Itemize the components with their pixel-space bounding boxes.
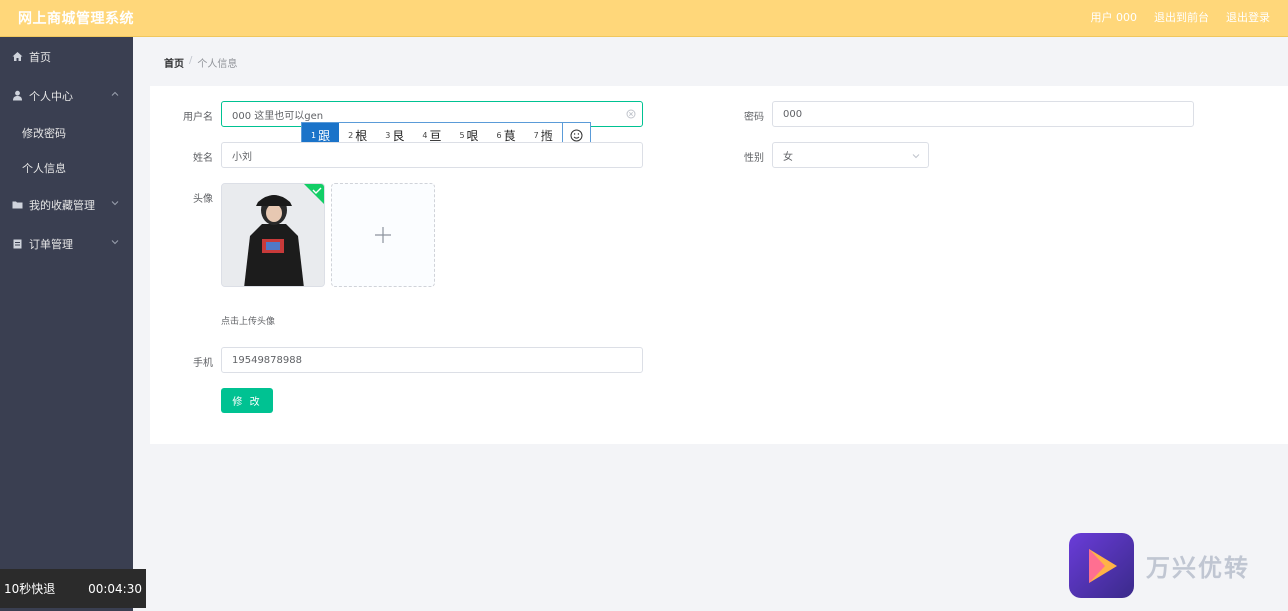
breadcrumb-current: 个人信息: [197, 59, 238, 70]
sidebar-item-orders[interactable]: 订单管理: [0, 224, 133, 263]
chevron-down-icon: [912, 154, 920, 159]
password-value: 000: [783, 108, 803, 120]
name-input[interactable]: 小刘: [221, 142, 643, 168]
sidebar-item-favorites[interactable]: 我的收藏管理: [0, 185, 133, 224]
chevron-up-icon: [111, 91, 119, 96]
clear-icon[interactable]: [626, 109, 636, 119]
user-icon: [12, 90, 23, 101]
chevron-down-icon: [111, 240, 119, 245]
gender-select[interactable]: 女: [772, 142, 929, 168]
sidebar-item-home[interactable]: 首页: [0, 37, 133, 76]
gender-label: 性别: [744, 153, 764, 164]
clipboard-icon: [12, 238, 23, 249]
gender-value: 女: [783, 151, 793, 163]
username-label: 用户名: [183, 112, 213, 123]
avatar-image[interactable]: [221, 183, 325, 287]
watermark: 万兴优转: [1069, 533, 1250, 598]
password-input[interactable]: 000: [772, 101, 1194, 127]
sidebar-subitem-change-password[interactable]: 修改密码: [0, 115, 133, 150]
phone-value: 19549878988: [232, 354, 302, 366]
sidebar: 首页 个人中心 修改密码 个人信息 我的收藏管理 订单管理: [0, 37, 133, 611]
top-bar: 网上商城管理系统 用户 000 退出到前台 退出登录: [0, 0, 1288, 37]
plus-icon: [375, 227, 391, 243]
rewind-10s-button[interactable]: 10秒快退: [4, 580, 55, 597]
sidebar-item-label: 订单管理: [29, 237, 73, 251]
folder-icon: [12, 199, 23, 210]
sidebar-item-label: 首页: [29, 50, 51, 64]
watermark-text: 万兴优转: [1146, 554, 1250, 582]
upload-hint: 点击上传头像: [221, 317, 276, 327]
name-value: 小刘: [232, 151, 252, 163]
user-label[interactable]: 用户 000: [1091, 9, 1138, 25]
sidebar-item-label: 个人中心: [29, 89, 73, 103]
name-label: 姓名: [193, 153, 213, 164]
password-label: 密码: [744, 112, 764, 123]
app-title: 网上商城管理系统: [18, 11, 134, 27]
submit-button[interactable]: 修 改: [221, 388, 273, 413]
avatar-photo-icon: [222, 184, 324, 286]
phone-label: 手机: [193, 358, 213, 369]
phone-input[interactable]: 19549878988: [221, 347, 643, 373]
username-value: 000 这里也可以gen: [232, 110, 324, 122]
logout-link[interactable]: 退出登录: [1226, 9, 1270, 25]
top-links: 用户 000 退出到前台 退出登录: [1091, 9, 1271, 25]
sidebar-item-label: 我的收藏管理: [29, 198, 95, 212]
breadcrumb-separator: /: [189, 55, 193, 66]
breadcrumb-home[interactable]: 首页: [164, 55, 184, 70]
breadcrumb: 首页 / 个人信息: [164, 55, 237, 70]
avatar-label: 头像: [193, 194, 213, 205]
sidebar-item-personal-center[interactable]: 个人中心: [0, 76, 133, 115]
play-logo-icon: [1069, 533, 1134, 598]
avatar-upload-button[interactable]: [331, 183, 435, 287]
back-to-frontend-link[interactable]: 退出到前台: [1154, 9, 1209, 25]
sidebar-subitem-personal-info[interactable]: 个人信息: [0, 150, 133, 185]
playback-time: 00:04:30: [88, 581, 142, 596]
player-overlay: 10秒快退 00:04:30: [0, 569, 146, 608]
home-icon: [12, 51, 23, 62]
chevron-down-icon: [111, 201, 119, 206]
